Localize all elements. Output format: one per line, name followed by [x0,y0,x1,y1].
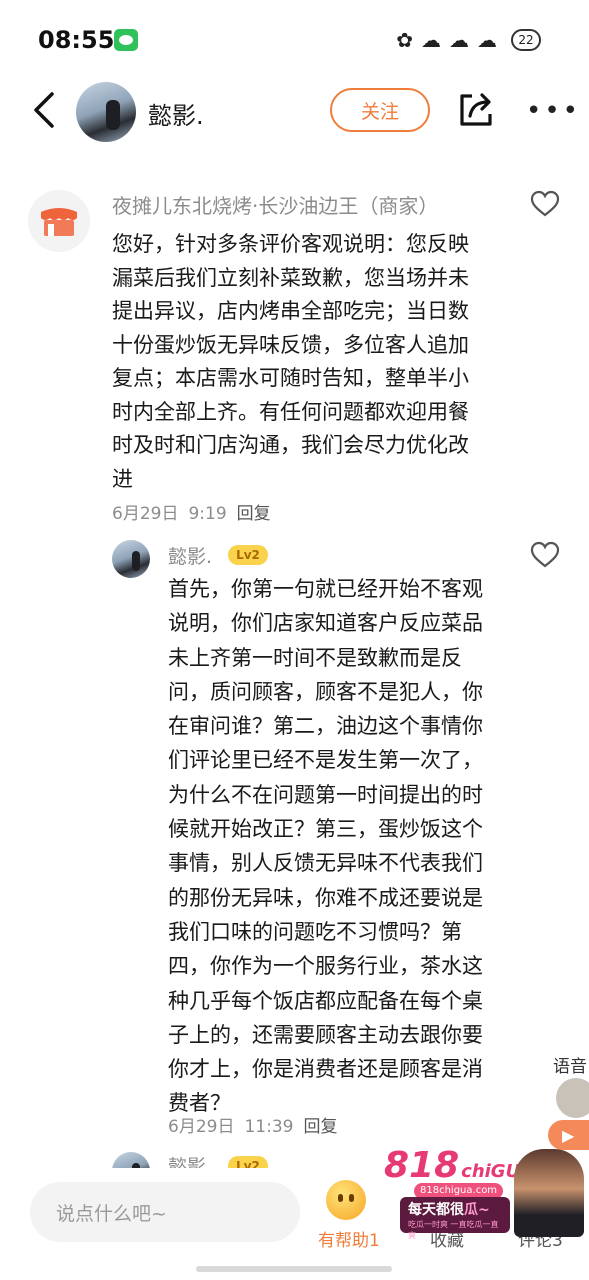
reply-line: 说明，你们店家知道客户反应菜品 [168,611,483,636]
author-avatar[interactable] [76,82,136,142]
comment-line: 复点；本店需水可随时告知，整单半小 [112,366,469,390]
heart-icon[interactable] [530,541,560,569]
ad-slogan-accent: 瓜~ [464,1202,490,1218]
reply-line: 你才上，你是消费者还是顾客是消 [168,1057,483,1082]
wechat-notification-icon [114,29,138,51]
ad-logo: 818 chiGUA [384,1145,533,1186]
reply-author[interactable]: 懿影. [168,542,212,569]
reply-line: 事情，别人反馈无异味不代表我们 [168,851,483,876]
comment-input-placeholder: 说点什么吧~ [56,1203,167,1225]
status-time: 08:55 [38,26,115,54]
reply-line: 们评论里已经不是发生第一次了， [168,748,483,773]
level-badge: Lv2 [228,545,268,565]
reply-line: 候就开始改正？第三，蛋炒饭这个 [168,817,483,842]
reply-line: 我们口味的问题吃不习惯吗？第 [168,919,462,944]
more-icon[interactable]: ••• [526,98,581,124]
reply-line: 为什么不在问题第一时间提出的时 [168,782,483,807]
reply-line: 的那份无异味，你难不成还要说是 [168,885,483,910]
voice-avatar[interactable] [556,1078,589,1118]
reply-line: 在审问谁？第二，油边这个事情你 [168,714,483,739]
ad-logo-number: 818 [384,1145,460,1186]
share-icon[interactable] [458,90,494,128]
reply-button[interactable]: 回复 [303,1117,337,1137]
back-icon[interactable] [30,90,60,130]
author-name[interactable]: 懿影. [148,96,204,131]
reply-avatar[interactable] [112,540,150,578]
comment-input[interactable]: 说点什么吧~ [30,1182,300,1242]
helpful-emoji-icon[interactable] [326,1180,366,1220]
reply-line: 子上的，还需要顾客主动去跟你要 [168,1022,483,1047]
follow-button[interactable]: 关注 [330,88,430,132]
ad-slogan-sub: 吃瓜一时爽 一直吃瓜一直爽 [408,1220,499,1240]
comment-line: 漏菜后我们立刻补菜致歉，您当场并未 [112,265,469,290]
status-icons: ✿ ☁ ☁ ☁ [396,28,497,52]
reply-button[interactable]: 回复 [237,504,271,524]
comment-line: 时及时和门店沟通，我们会尽力优化改 [112,433,469,457]
reply-time: 11:39 [244,1117,294,1137]
reply-text: 首先，你第一句就已经开始不客观 说明，你们店家知道客户反应菜品 未上齐第一时间不… [168,572,526,1121]
cellular-icon: ☁ [477,28,497,52]
shop-icon[interactable] [28,190,90,252]
comment-line: 您好，针对多条评价客观说明：您反映 [112,232,469,256]
comment-text: 您好，针对多条评价客观说明：您反映 漏菜后我们立刻补菜致歉，您当场并未 提出异议… [112,228,532,496]
reply-line: 种几乎每个饭店都应配备在每个桌 [168,988,483,1013]
comment-date: 6月29日 [112,504,179,524]
battery-icon: 22 [511,29,541,51]
reply-meta: 6月29日 11:39 回复 [168,1112,347,1137]
reply-line: 四，你作为一个服务行业，茶水这 [168,954,483,979]
home-indicator [196,1266,392,1272]
reply-line: 问，质问顾客，顾客不是犯人，你 [168,679,483,704]
reply-line: 未上齐第一时间不是致歉而是反 [168,645,462,670]
comment-author[interactable]: 夜摊儿东北烧烤·长沙油边王（商家） [112,190,438,219]
signal-icon: ☁ [421,28,441,52]
flower-icon: ✿ [396,28,413,52]
voice-label: 语音 [553,1057,587,1077]
helpful-button[interactable]: 有帮助1 [318,1226,380,1251]
comment-time: 9:19 [188,504,227,524]
comment-meta: 6月29日 9:19 回复 [112,499,281,524]
reply-line: 首先，你第一句就已经开始不客观 [168,577,483,601]
wifi-icon: ☁ [449,28,469,52]
ad-person-image [514,1149,584,1237]
reply-date: 6月29日 [168,1117,235,1137]
heart-icon[interactable] [530,190,560,218]
ad-slogan: 每天都很瓜~ 吃瓜一时爽 一直吃瓜一直爽 [400,1197,510,1240]
comment-line: 进 [112,466,133,491]
comment-line: 十份蛋炒饭无异味反馈，多位客人追加 [112,332,469,357]
ad-slogan-main: 每天都很 [408,1202,464,1218]
status-bar: 08:55 ✿ ☁ ☁ ☁ 22 [0,0,589,80]
watermark-ad: 818 chiGUA 818chigua.com 每天都很瓜~ 吃瓜一时爽 一直吃… [384,1145,586,1240]
post-header: 懿影. 关注 ••• [0,78,589,148]
comment-line: 时内全部上齐。有任何问题都欢迎用餐 [112,399,469,424]
comment-line: 提出异议，店内烤串全部吃完；当日数 [112,299,469,323]
